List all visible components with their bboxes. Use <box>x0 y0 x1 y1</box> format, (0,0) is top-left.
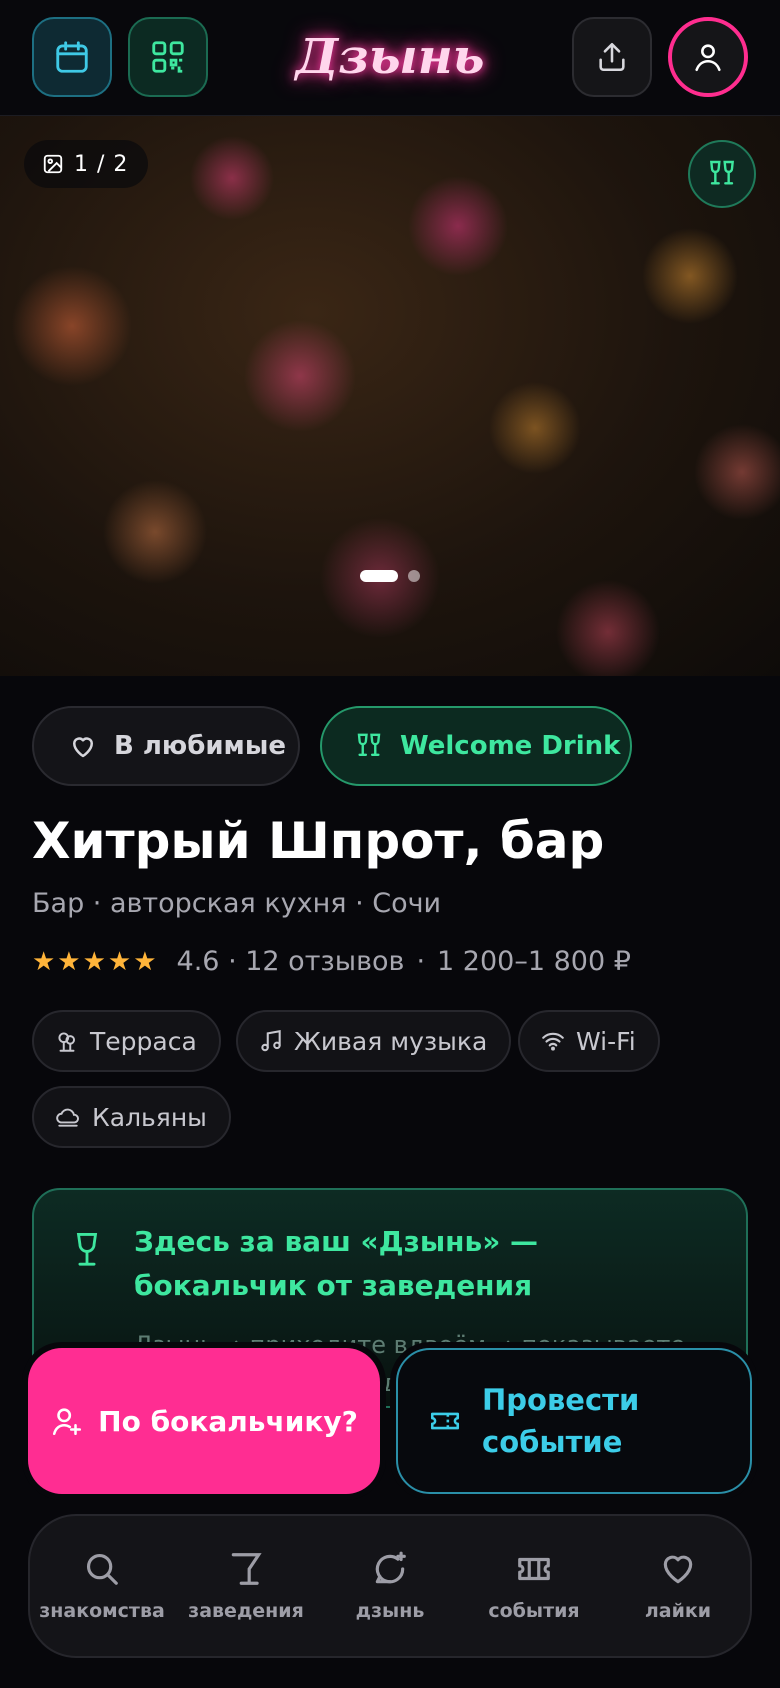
venue-subtitle: Бар · авторская кухня · Сочи <box>32 888 442 919</box>
tag-live-music: Живая музыка <box>236 1010 512 1072</box>
rating-stars: ★★★★★ <box>32 946 159 977</box>
tag-label: Кальяны <box>92 1102 207 1132</box>
calendar-button[interactable] <box>32 17 112 97</box>
cocktail-glass-icon <box>231 1553 262 1585</box>
host-event-button[interactable]: Провести событие <box>396 1348 752 1494</box>
nav-label: заведения <box>188 1600 304 1622</box>
image-icon <box>43 154 63 174</box>
tag-label: Живая музыка <box>294 1026 488 1056</box>
heart-icon <box>663 1555 693 1584</box>
user-icon <box>695 44 721 72</box>
calendar-icon <box>56 41 88 73</box>
tag-terrace: Терраса <box>32 1010 221 1072</box>
qr-code-button[interactable] <box>128 17 208 97</box>
invite-for-drink-button[interactable]: По бокальчику? <box>28 1348 380 1494</box>
carousel-dot-active[interactable] <box>360 570 398 582</box>
carousel-dot[interactable] <box>408 570 420 582</box>
share-button[interactable] <box>572 17 652 97</box>
promo-title: Здесь за ваш «Дзынь» — бокальчик от заве… <box>134 1225 539 1302</box>
nav-item-likes[interactable]: лайки <box>606 1516 750 1656</box>
rating-row: ★★★★★ 4.6 · 12 отзывов · 1 200–1 800 ₽ <box>32 946 631 977</box>
nav-item-dzyn[interactable]: дзынь <box>318 1516 462 1656</box>
invite-label: По бокальчику? <box>98 1404 358 1438</box>
venue-name: Хитрый Шпрот, бар <box>32 812 605 870</box>
welcome-drink-badge <box>688 140 756 208</box>
music-note-icon <box>261 1030 281 1052</box>
tag-hookah: Кальяны <box>32 1086 231 1148</box>
carousel-indicator[interactable] <box>360 570 420 582</box>
nav-item-venues[interactable]: заведения <box>174 1516 318 1656</box>
ticket-icon <box>518 1557 550 1581</box>
nav-item-events[interactable]: события <box>462 1516 606 1656</box>
welcome-drink-button[interactable]: Welcome Drink <box>320 706 632 786</box>
photo-counter: 1 / 2 <box>24 140 149 188</box>
tag-label: Wi-Fi <box>576 1026 636 1056</box>
nav-label: лайки <box>644 1600 712 1622</box>
rating-text: 4.6 · 12 отзывов <box>176 946 405 977</box>
separator-dot: · <box>416 946 426 977</box>
wine-glass-icon <box>76 1233 98 1266</box>
tree-icon <box>58 1032 76 1052</box>
wine-glasses-icon <box>357 733 381 756</box>
app-logo: Дзынь <box>295 29 485 85</box>
wine-glasses-icon <box>710 160 734 185</box>
welcome-drink-label: Welcome Drink <box>400 731 621 761</box>
wifi-icon <box>542 1032 564 1051</box>
nav-label: дзынь <box>355 1600 425 1622</box>
share-icon <box>599 42 625 72</box>
nav-label: события <box>488 1600 580 1622</box>
qr-code-icon <box>152 41 184 73</box>
add-to-favorites-button[interactable]: В любимые <box>32 706 300 786</box>
add-user-icon <box>53 1408 82 1436</box>
nav-label: знакомства <box>39 1600 165 1622</box>
chat-sparkle-icon <box>375 1551 406 1584</box>
venue-photo-carousel[interactable]: 1 / 2 <box>0 116 780 676</box>
tag-wifi: Wi-Fi <box>518 1010 660 1072</box>
search-icon <box>86 1553 118 1585</box>
heart-outline-icon <box>73 737 93 758</box>
price-range: 1 200–1 800 ₽ <box>437 946 631 977</box>
photo-counter-text: 1 / 2 <box>74 151 129 177</box>
ticket-icon <box>430 1412 460 1430</box>
top-header: Дзынь <box>0 0 780 116</box>
profile-button[interactable] <box>668 17 748 97</box>
bottom-navigation: знакомства заведения дзынь события лайки <box>28 1514 752 1658</box>
tag-label: Терраса <box>90 1026 197 1056</box>
host-event-label: Провести событие <box>482 1383 640 1459</box>
hookah-cloud-icon <box>56 1108 79 1127</box>
favorite-label: В любимые <box>114 731 286 761</box>
bottom-strip <box>0 1676 780 1688</box>
nav-item-dating[interactable]: знакомства <box>30 1516 174 1656</box>
